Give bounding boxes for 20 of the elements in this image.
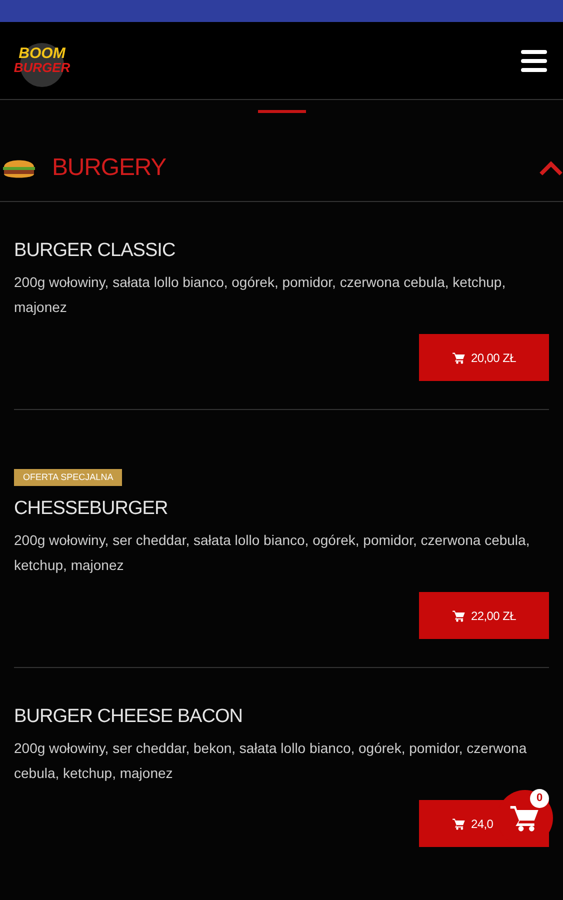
item-description: 200g wołowiny, sałata lollo bianco, ogórek, pomidor, czerwona cebula, ketchup, majonez [14, 273, 507, 317]
item-name: CHESSEBURGER [14, 497, 169, 521]
cart-icon [452, 816, 466, 830]
item-description: 200g wołowiny, ser cheddar, bekon, sałata lollo bianco, ogórek, pomidor, czerwona cebula, ketchup, majonez [14, 739, 528, 783]
cart-icon [452, 608, 466, 622]
cart-count-badge: 0 [530, 789, 549, 808]
item-name: BURGER CHEESE BACON [14, 705, 244, 729]
cart-icon [452, 350, 466, 364]
special-offer-badge: OFERTA SPECJALNA [14, 469, 122, 486]
logo-text: BOOM [18, 46, 66, 61]
item-description: 200g wołowiny, ser cheddar, sałata lollo bianco, ogórek, pomidor, czerwona cebula, ketchup, majonez [14, 531, 531, 575]
item-name: BURGER CLASSIC [14, 239, 176, 263]
logo-text: BURGER [14, 61, 70, 75]
section-indicator [258, 110, 306, 113]
category-title: BURGERY [52, 152, 166, 182]
add-to-cart-button[interactable]: 20,00 ZŁ [419, 334, 549, 381]
category-header[interactable]: BURGERY [0, 112, 563, 202]
chevron-up-icon[interactable] [539, 160, 563, 176]
add-to-cart-button[interactable]: 22,00 ZŁ [419, 592, 549, 639]
menu-icon[interactable] [521, 50, 547, 72]
